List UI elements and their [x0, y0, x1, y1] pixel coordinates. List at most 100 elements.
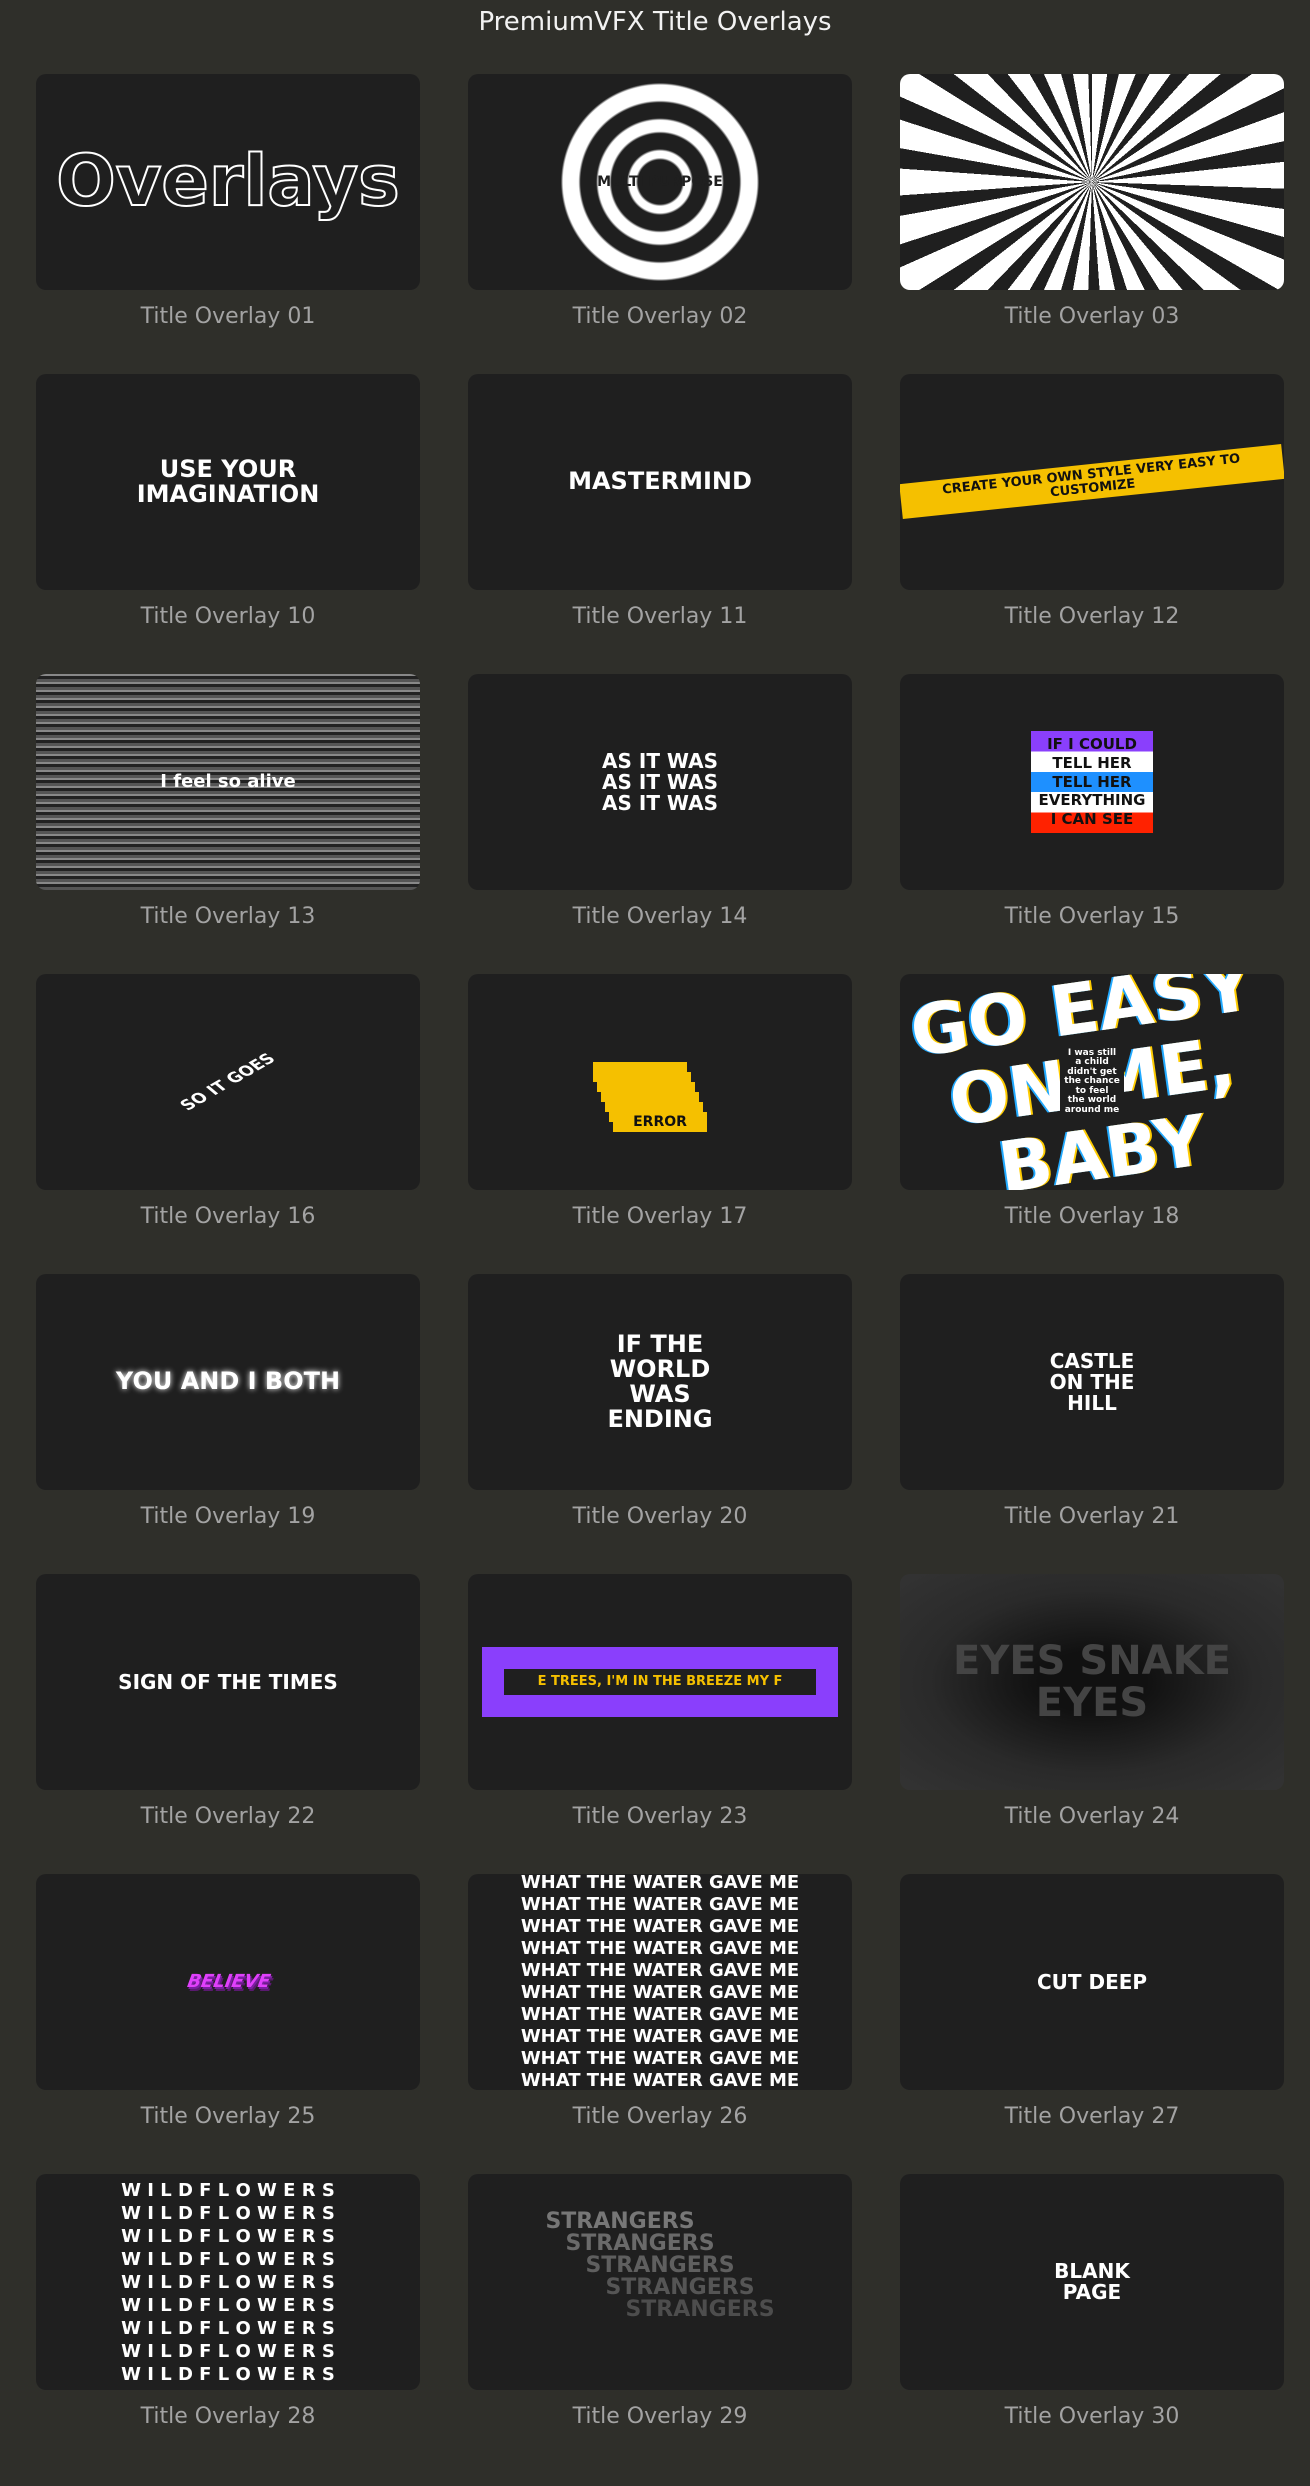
overlay-thumbnail[interactable]: W I L D F L O W E R SW I L D F L O W E R…	[36, 2174, 420, 2390]
overlay-label: Title Overlay 12	[1004, 604, 1180, 629]
thumbnail-text: W I L D F L O W E R SW I L D F L O W E R…	[121, 2179, 335, 2386]
overlay-thumbnail[interactable]: ERROR	[468, 974, 852, 1190]
thumbnail-text: STRANGERS	[545, 2209, 695, 2235]
overlay-label: Title Overlay 29	[572, 2404, 748, 2429]
overlay-thumbnail[interactable]: BELIEVE	[36, 1874, 420, 2090]
overlay-item[interactable]: SIGN OF THE TIMES Title Overlay 22	[36, 1574, 420, 1829]
overlay-label: Title Overlay 30	[1004, 2404, 1180, 2429]
thumbnail-text-line: WHAT THE WATER GAVE ME	[520, 2004, 800, 2025]
overlay-item[interactable]: MULTI PURPOSE Title Overlay 02	[468, 74, 852, 329]
overlay-label: Title Overlay 20	[572, 1504, 748, 1529]
overlay-label: Title Overlay 17	[572, 1204, 748, 1229]
overlay-item[interactable]: IF THE WORLD WAS ENDING Title Overlay 20	[468, 1274, 852, 1529]
overlay-label: Title Overlay 16	[140, 1204, 316, 1229]
overlay-item[interactable]: E TREES, I'M IN THE BREEZE MY F Title Ove…	[468, 1574, 852, 1829]
overlay-label: Title Overlay 14	[572, 904, 748, 929]
overlay-item[interactable]: CREATE YOUR OWN STYLE VERY EASY TO CUSTO…	[900, 374, 1284, 629]
thumbnail-text: Overlays	[55, 140, 401, 223]
window-title: PremiumVFX Title Overlays	[478, 7, 832, 37]
thumbnail-text-line: W I L D F L O W E R S	[121, 2363, 335, 2385]
overlay-label: Title Overlay 21	[1004, 1504, 1180, 1529]
thumbnail-text-line: W I L D F L O W E R S	[121, 2294, 335, 2316]
overlay-thumbnail[interactable]: E TREES, I'M IN THE BREEZE MY F	[468, 1574, 852, 1790]
overlay-item[interactable]: CASTLE ON THE HILL Title Overlay 21	[900, 1274, 1284, 1529]
thumbnail-text-line: WHAT THE WATER GAVE ME	[520, 1874, 800, 1893]
thumbnail-text: CUT DEEP	[1036, 1969, 1148, 1994]
overlay-thumbnail[interactable]: AS IT WAS AS IT WAS AS IT WAS	[468, 674, 852, 890]
overlay-item[interactable]: IF I COULD TELL HER TELL HER EVERYTHING …	[900, 674, 1284, 929]
overlay-thumbnail[interactable]: BLANK PAGE	[900, 2174, 1284, 2390]
thumbnail-text-line: WHAT THE WATER GAVE ME	[520, 1982, 800, 2003]
overlay-item[interactable]: STRANGERS Title Overlay 29	[468, 2174, 852, 2429]
overlay-label: Title Overlay 26	[572, 2104, 748, 2129]
thumbnail-text-line: WHAT THE WATER GAVE ME	[520, 1894, 800, 1915]
thumbnail-text: MASTERMIND	[568, 467, 752, 496]
overlay-thumbnail[interactable]: YOU AND I BOTH	[36, 1274, 420, 1490]
thumbnail-text: BELIEVE	[183, 1970, 274, 1992]
overlay-label: Title Overlay 15	[1004, 904, 1180, 929]
thumbnail-text-line: WHAT THE WATER GAVE ME	[520, 1916, 800, 1937]
thumbnail-text: SIGN OF THE TIMES	[118, 1669, 338, 1694]
thumbnail-subtext: I was still a child didn't get the chanc…	[1060, 1044, 1124, 1120]
overlay-item[interactable]: CUT DEEP Title Overlay 27	[900, 1874, 1284, 2129]
overlay-label: Title Overlay 10	[140, 604, 316, 629]
overlay-item[interactable]: WHAT THE WATER GAVE ME WHAT THE WATER GAV…	[468, 1874, 852, 2129]
overlay-label: Title Overlay 25	[140, 2104, 316, 2129]
thumbnail-text: CASTLE ON THE HILL	[1049, 1348, 1135, 1415]
overlay-item[interactable]: MASTERMIND Title Overlay 11	[468, 374, 852, 629]
overlay-thumbnail[interactable]: CREATE YOUR OWN STYLE VERY EASY TO CUSTO…	[900, 374, 1284, 590]
overlay-label: Title Overlay 13	[140, 904, 316, 929]
overlay-item[interactable]: ERROR Title Overlay 17	[468, 974, 852, 1229]
overlay-label: Title Overlay 11	[572, 604, 748, 629]
overlay-item[interactable]: Title Overlay 03	[900, 74, 1284, 329]
thumbnail-text: YOU AND I BOTH	[115, 1367, 341, 1396]
overlay-item[interactable]: I feel so alive Title Overlay 13	[36, 674, 420, 929]
overlay-thumbnail[interactable]: STRANGERS	[468, 2174, 852, 2390]
overlay-thumbnail[interactable]: SO IT GOES	[36, 974, 420, 1190]
thumbnail-text-line: W I L D F L O W E R S	[121, 2248, 335, 2270]
overlay-grid: Overlays Title Overlay 01 MULTI PURPOSE Tit…	[36, 74, 1284, 2429]
overlay-item[interactable]: W I L D F L O W E R SW I L D F L O W E R…	[36, 2174, 420, 2429]
overlay-item[interactable]: SO IT GOES Title Overlay 16	[36, 974, 420, 1229]
thumbnail-text-line: W I L D F L O W E R S	[121, 2340, 335, 2362]
overlay-item[interactable]: BELIEVE Title Overlay 25	[36, 1874, 420, 2129]
thumbnail-text-line: W I L D F L O W E R S	[121, 2225, 335, 2247]
overlay-thumbnail[interactable]: USE YOUR IMAGINATION	[36, 374, 420, 590]
thumbnail-text: I feel so alive	[160, 770, 296, 792]
overlay-thumbnail[interactable]: GO EASY ON ME, BABY I was still a child d…	[900, 974, 1284, 1190]
overlay-label: Title Overlay 03	[1004, 304, 1180, 329]
overlay-item[interactable]: GO EASY ON ME, BABY I was still a child d…	[900, 974, 1284, 1229]
thumbnail-text: EYES SNAKE EYES	[953, 1638, 1231, 1726]
overlay-thumbnail[interactable]: IF THE WORLD WAS ENDING	[468, 1274, 852, 1490]
overlay-thumbnail[interactable]: EYES SNAKE EYES	[900, 1574, 1284, 1790]
overlay-item[interactable]: USE YOUR IMAGINATION Title Overlay 10	[36, 374, 420, 629]
overlay-item[interactable]: EYES SNAKE EYES Title Overlay 24	[900, 1574, 1284, 1829]
thumbnail-text: AS IT WAS AS IT WAS AS IT WAS	[602, 748, 718, 815]
thumbnail-text: IF THE WORLD WAS ENDING	[607, 1329, 713, 1434]
overlay-thumbnail[interactable]: Overlays	[36, 74, 420, 290]
overlay-label: Title Overlay 27	[1004, 2104, 1180, 2129]
thumbnail-text: BLANK PAGE	[1054, 2259, 1130, 2304]
overlay-thumbnail[interactable]: CUT DEEP	[900, 1874, 1284, 2090]
overlay-thumbnail[interactable]: CASTLE ON THE HILL	[900, 1274, 1284, 1490]
thumbnail-text: ERROR	[613, 1111, 707, 1133]
overlay-label: Title Overlay 19	[140, 1504, 316, 1529]
overlay-thumbnail[interactable]: I feel so alive	[36, 674, 420, 890]
overlay-item[interactable]: BLANK PAGE Title Overlay 30	[900, 2174, 1284, 2429]
thumbnail-text-line: W I L D F L O W E R S	[121, 2179, 335, 2201]
overlay-thumbnail[interactable]	[900, 74, 1284, 290]
overlay-thumbnail[interactable]: WHAT THE WATER GAVE ME WHAT THE WATER GAV…	[468, 1874, 852, 2090]
thumbnail-text: MULTI PURPOSE	[597, 173, 723, 190]
overlay-label: Title Overlay 28	[140, 2404, 316, 2429]
overlay-thumbnail[interactable]: MULTI PURPOSE	[468, 74, 852, 290]
overlay-item[interactable]: YOU AND I BOTH Title Overlay 19	[36, 1274, 420, 1529]
overlay-label: Title Overlay 18	[1004, 1204, 1180, 1229]
overlay-thumbnail[interactable]: MASTERMIND	[468, 374, 852, 590]
thumbnail-text-line: W I L D F L O W E R S	[121, 2202, 335, 2224]
overlay-item[interactable]: Overlays Title Overlay 01	[36, 74, 420, 329]
thumbnail-text: E TREES, I'M IN THE BREEZE MY F	[482, 1647, 838, 1717]
overlay-thumbnail[interactable]: SIGN OF THE TIMES	[36, 1574, 420, 1790]
overlay-thumbnail[interactable]: IF I COULD TELL HER TELL HER EVERYTHING …	[900, 674, 1284, 890]
thumbnail-text-line: WHAT THE WATER GAVE ME	[520, 1960, 800, 1981]
overlay-item[interactable]: AS IT WAS AS IT WAS AS IT WAS Title Overl…	[468, 674, 852, 929]
